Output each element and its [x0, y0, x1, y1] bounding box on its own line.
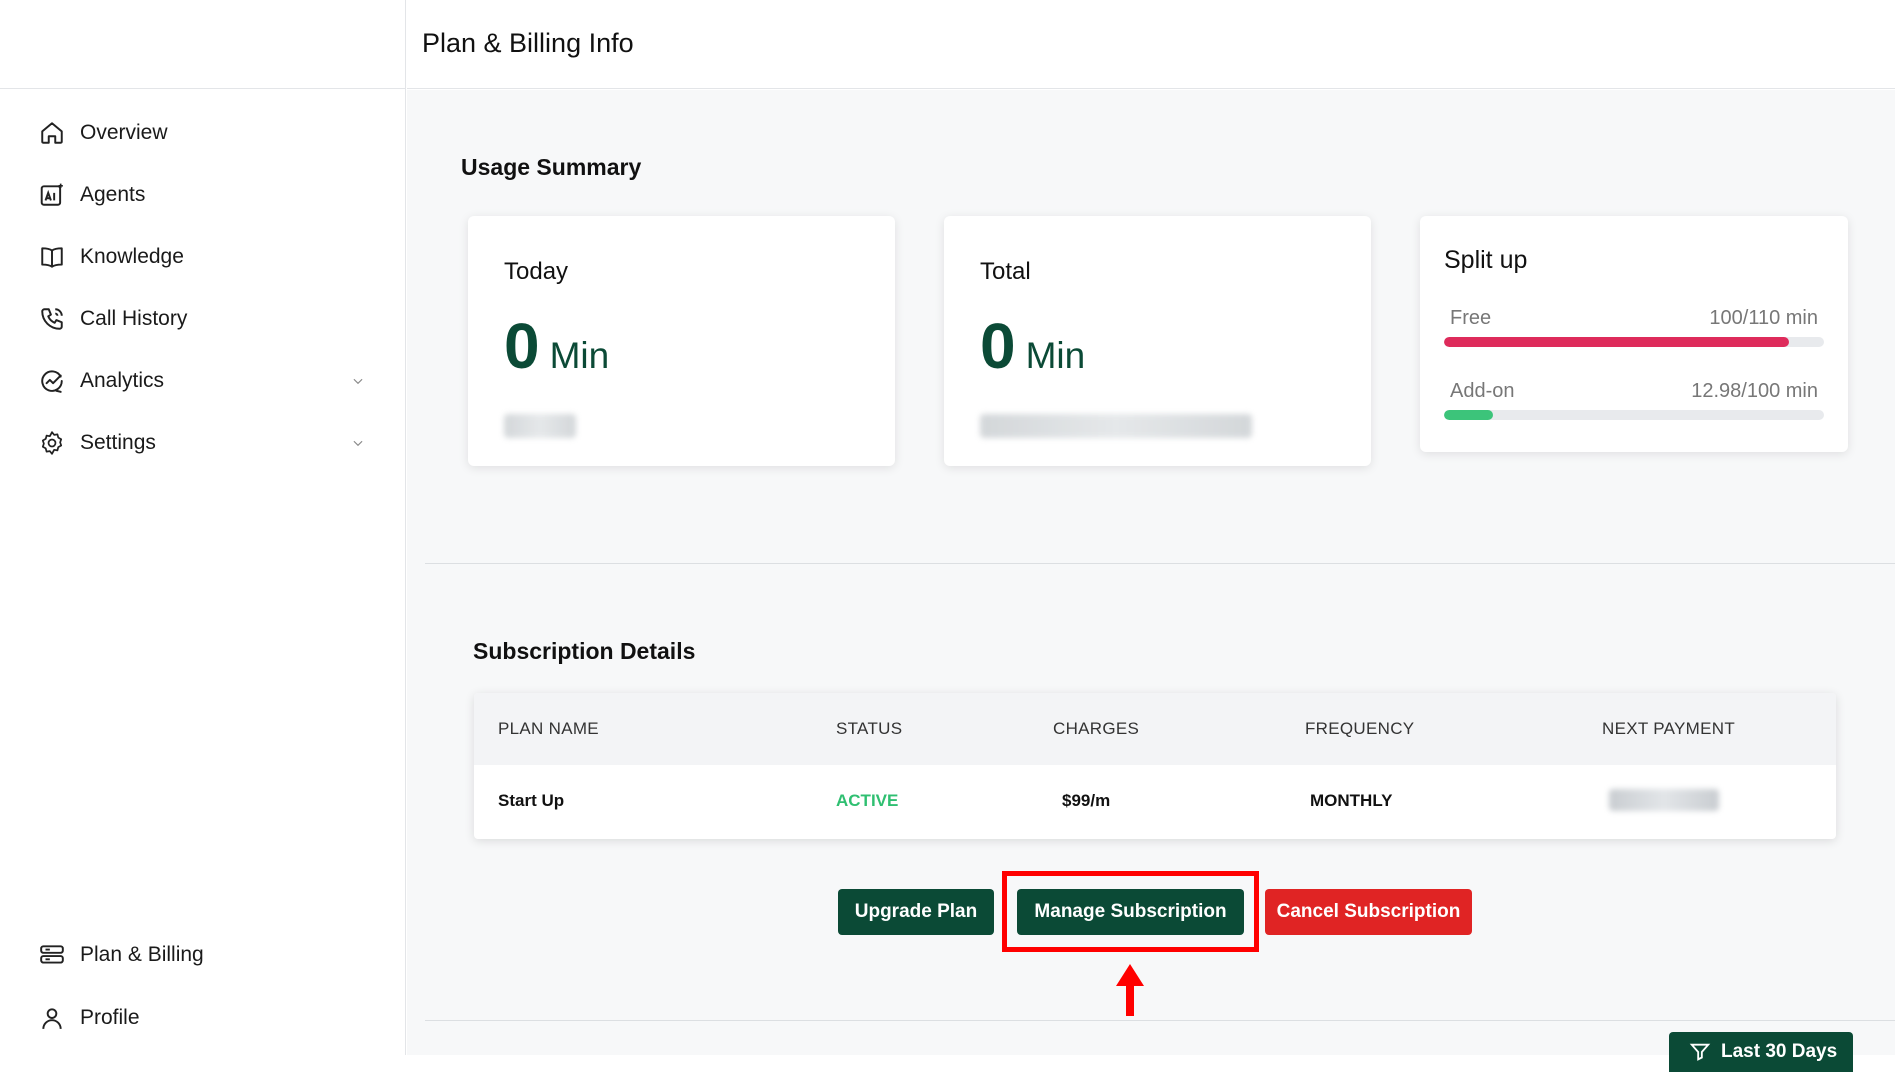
column-header-charges: CHARGES	[1053, 719, 1140, 738]
sidebar-item-plan-billing[interactable]: Plan & Billing	[38, 935, 368, 975]
redacted-next-payment	[1609, 789, 1719, 811]
column-header-plan-name: PLAN NAME	[498, 719, 599, 738]
cell-charges: $99/m	[1062, 791, 1111, 810]
split-up-card: Split up Free 100/110 min Add-on 12.98/1…	[1420, 216, 1848, 452]
home-icon	[38, 119, 66, 147]
manage-subscription-button[interactable]: Manage Subscription	[1017, 889, 1244, 935]
sidebar-item-label: Profile	[80, 1006, 140, 1029]
cancel-subscription-button[interactable]: Cancel Subscription	[1265, 889, 1472, 935]
page-title: Plan & Billing Info	[422, 28, 634, 58]
sidebar-item-call-history[interactable]: Call History	[38, 299, 368, 339]
split-up-title: Split up	[1444, 246, 1528, 274]
table-header: PLAN NAME STATUS CHARGES FREQUENCY NEXT …	[474, 693, 1836, 765]
user-icon	[38, 1004, 66, 1032]
sidebar-item-label: Knowledge	[80, 245, 184, 268]
total-number: 0	[980, 310, 1016, 382]
free-value: 100/110 min	[1709, 307, 1818, 329]
book-icon	[38, 243, 66, 271]
sidebar-item-label: Agents	[80, 183, 146, 206]
page-header: Plan & Billing Info	[407, 0, 1895, 89]
chevron-down-icon[interactable]	[348, 371, 368, 391]
total-label: Total	[980, 258, 1031, 285]
sidebar-item-label: Settings	[80, 431, 156, 454]
sidebar: Overview Agents Knowledge Call History A…	[0, 0, 406, 1055]
sidebar-item-agents[interactable]: Agents	[38, 175, 368, 215]
analytics-icon	[38, 367, 66, 395]
total-value: 0 Min	[980, 314, 1085, 378]
today-value: 0 Min	[504, 314, 609, 378]
date-filter-button[interactable]: Last 30 Days	[1669, 1032, 1853, 1072]
sidebar-item-overview[interactable]: Overview	[38, 113, 368, 153]
cell-frequency: MONTHLY	[1310, 791, 1393, 810]
addon-value: 12.98/100 min	[1691, 380, 1818, 402]
today-label: Today	[504, 258, 569, 285]
total-unit: Min	[1025, 335, 1086, 376]
free-progress-bar	[1444, 337, 1824, 347]
sidebar-item-analytics[interactable]: Analytics	[38, 361, 368, 401]
sidebar-logo-area	[0, 0, 405, 89]
status-badge: ACTIVE	[836, 791, 899, 810]
free-progress-fill	[1444, 337, 1790, 347]
addon-progress-bar	[1444, 410, 1824, 420]
chevron-down-icon[interactable]	[348, 433, 368, 453]
sidebar-item-label: Plan & Billing	[80, 943, 204, 966]
today-number: 0	[504, 310, 540, 382]
column-header-frequency: FREQUENCY	[1305, 719, 1415, 738]
billing-icon	[38, 941, 66, 969]
phone-icon	[38, 305, 66, 333]
sidebar-item-label: Call History	[80, 307, 188, 330]
gear-icon	[38, 429, 66, 457]
sidebar-item-label: Analytics	[80, 369, 165, 392]
upgrade-plan-button[interactable]: Upgrade Plan	[838, 889, 994, 935]
cell-plan-name: Start Up	[498, 791, 565, 810]
redacted-text	[980, 414, 1252, 438]
today-card: Today 0 Min	[468, 216, 895, 466]
column-header-status: STATUS	[836, 719, 903, 738]
addon-label: Add-on	[1450, 380, 1515, 402]
total-card: Total 0 Min	[944, 216, 1371, 466]
section-divider	[425, 563, 1895, 564]
filter-icon	[1689, 1043, 1711, 1061]
sidebar-item-knowledge[interactable]: Knowledge	[38, 237, 368, 277]
sidebar-item-label: Overview	[80, 121, 168, 144]
free-label: Free	[1450, 307, 1492, 329]
sidebar-item-settings[interactable]: Settings	[38, 423, 368, 463]
main-content: Usage Summary Today 0 Min Total 0 Min Sp…	[407, 90, 1895, 1072]
subscription-table: PLAN NAME STATUS CHARGES FREQUENCY NEXT …	[474, 693, 1836, 839]
today-unit: Min	[549, 335, 610, 376]
date-filter-label: Last 30 Days	[1721, 1041, 1838, 1062]
column-header-next-payment: NEXT PAYMENT	[1602, 719, 1736, 738]
ai-icon	[38, 181, 66, 209]
pointer-arrow-icon	[1116, 964, 1144, 1016]
subscription-details-title: Subscription Details	[473, 638, 696, 664]
addon-progress-fill	[1444, 410, 1494, 420]
sidebar-item-profile[interactable]: Profile	[38, 998, 368, 1038]
section-divider	[425, 1020, 1895, 1021]
redacted-text	[504, 414, 576, 438]
usage-summary-title: Usage Summary	[461, 154, 642, 180]
